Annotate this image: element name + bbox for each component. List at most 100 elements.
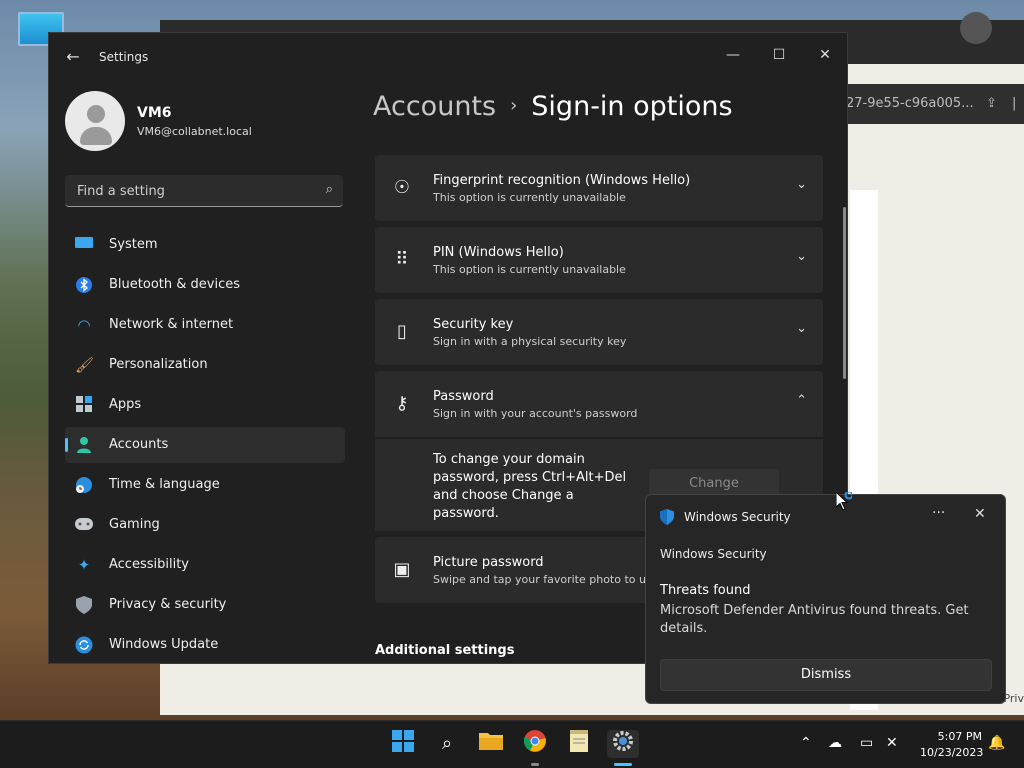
search-icon[interactable]: ⌕	[433, 730, 461, 758]
profile-email: VM6@collabnet.local	[137, 125, 252, 138]
title-bar: ← Settings — ☐ ✕	[49, 33, 847, 81]
toast-heading: Threats found	[660, 583, 751, 598]
wifi-icon: ◠	[77, 316, 91, 334]
sidebar-item-accounts[interactable]: Accounts	[65, 427, 345, 463]
sidebar-item-system[interactable]: System	[65, 227, 345, 263]
show-hidden-icons-chevron[interactable]: ⌃	[800, 735, 812, 751]
back-arrow-icon[interactable]: ←	[63, 47, 83, 67]
maximize-button[interactable]: ☐	[761, 41, 797, 69]
toast-subtitle: Windows Security	[660, 547, 767, 561]
globe-clock-icon	[75, 476, 93, 494]
search-icon[interactable]: ⌕	[326, 182, 333, 197]
sidebar-item-label: Accounts	[109, 437, 169, 452]
option-fingerprint[interactable]: ☉ Fingerprint recognition (Windows Hello…	[375, 155, 823, 221]
sidebar-item-label: Privacy & security	[109, 597, 227, 612]
breadcrumb: Accounts › Sign-in options	[373, 91, 733, 122]
browser-profile-icon[interactable]	[960, 12, 992, 44]
profile-name: VM6	[137, 105, 172, 121]
key-icon: ⚷	[395, 393, 409, 414]
minimize-button[interactable]: —	[715, 41, 751, 69]
shield-icon	[75, 596, 93, 614]
dismiss-button[interactable]: Dismiss	[660, 659, 992, 691]
sidebar-nav: System Bluetooth & devices ◠ Network & i…	[65, 227, 345, 663]
avatar-head	[87, 105, 105, 123]
toast-body: Microsoft Defender Antivirus found threa…	[660, 603, 969, 636]
clock-time: 5:07 PM	[937, 730, 982, 743]
password-change-instructions: To change your domain password, press Ct…	[433, 452, 627, 521]
windows-logo-icon	[392, 730, 414, 752]
notification-bell-icon[interactable]: 🔔	[988, 735, 1005, 751]
network-icon[interactable]: ▭	[860, 735, 873, 751]
chevron-up-icon[interactable]: ⌃	[796, 393, 807, 408]
toast-close-icon[interactable]: ✕	[974, 506, 986, 522]
share-icon[interactable]: ⇪	[986, 96, 997, 111]
bluetooth-icon	[75, 276, 93, 294]
more-options-icon[interactable]: ···	[932, 505, 945, 521]
search-input[interactable]	[75, 181, 309, 201]
update-icon	[75, 636, 93, 654]
sidebar-item-bluetooth[interactable]: Bluetooth & devices	[65, 267, 345, 303]
sidebar-item-label: System	[109, 237, 158, 252]
option-subtitle: Swipe and tap your favorite photo to u	[433, 573, 646, 586]
sidebar-item-label: Personalization	[109, 357, 208, 372]
picture-icon: ▣	[393, 559, 411, 580]
chevron-down-icon[interactable]: ⌄	[796, 321, 807, 336]
sidebar-item-network[interactable]: ◠ Network & internet	[65, 307, 345, 343]
windows-security-toast[interactable]: Windows Security ··· ✕ Windows Security …	[645, 494, 1006, 704]
fingerprint-icon: ☉	[393, 177, 411, 198]
app-title: Settings	[99, 50, 149, 64]
sidebar-item-personalization[interactable]: 🖌 Personalization	[65, 347, 345, 383]
sidebar-item-label: Time & language	[109, 477, 220, 492]
windows-security-shield-icon	[660, 509, 674, 525]
onedrive-icon[interactable]: ☁	[828, 735, 842, 751]
avatar[interactable]	[65, 91, 125, 151]
url-fragment: 27-9e55-c96a005...	[846, 96, 974, 111]
sidebar-item-label: Bluetooth & devices	[109, 277, 240, 292]
sidebar-item-label: Gaming	[109, 517, 160, 532]
additional-settings-heading: Additional settings	[375, 643, 515, 658]
avatar-body	[80, 127, 112, 145]
option-password[interactable]: ⚷ Password Sign in with your account's p…	[375, 371, 823, 437]
browser-menu-icon[interactable]: |	[1012, 96, 1016, 111]
sidebar-item-windows-update[interactable]: Windows Update	[65, 627, 345, 663]
sidebar-item-label: Apps	[109, 397, 142, 412]
toast-app-name: Windows Security	[684, 510, 791, 524]
monitor-icon	[75, 236, 93, 254]
chrome-icon[interactable]	[521, 730, 549, 758]
paintbrush-icon: 🖌	[75, 356, 95, 374]
sidebar-item-gaming[interactable]: Gaming	[65, 507, 345, 543]
usb-key-icon: ▯	[397, 321, 407, 342]
option-pin[interactable]: ⠿ PIN (Windows Hello) This option is cur…	[375, 227, 823, 293]
sidebar-item-accessibility[interactable]: ✦ Accessibility	[65, 547, 345, 583]
option-title: Security key	[433, 317, 514, 332]
clock[interactable]: 5:07 PM 10/23/2023	[920, 729, 983, 761]
option-title: Fingerprint recognition (Windows Hello)	[433, 173, 691, 188]
option-security-key[interactable]: ▯ Security key Sign in with a physical s…	[375, 299, 823, 365]
chevron-down-icon[interactable]: ⌄	[796, 177, 807, 192]
search-box[interactable]: ⌕	[65, 175, 343, 207]
chevron-down-icon[interactable]: ⌄	[796, 249, 807, 264]
mouse-cursor-icon	[836, 492, 852, 511]
sidebar-item-label: Network & internet	[109, 317, 234, 332]
sidebar-item-label: Windows Update	[109, 637, 219, 652]
notepad-icon[interactable]	[565, 730, 593, 758]
browser-address-bar[interactable]: 27-9e55-c96a005... ⇪ |	[846, 84, 1024, 124]
apps-icon	[75, 396, 93, 414]
page-title: Sign-in options	[531, 91, 733, 122]
option-subtitle: Sign in with your account's password	[433, 407, 638, 420]
close-button[interactable]: ✕	[807, 41, 843, 69]
option-title: PIN (Windows Hello)	[433, 245, 564, 260]
volume-muted-icon[interactable]: ✕	[886, 735, 898, 751]
sidebar-item-apps[interactable]: Apps	[65, 387, 345, 423]
file-explorer-icon[interactable]	[477, 730, 505, 758]
sidebar-item-time-language[interactable]: Time & language	[65, 467, 345, 503]
settings-taskbar-icon[interactable]	[607, 730, 639, 758]
breadcrumb-parent[interactable]: Accounts	[373, 91, 496, 122]
gamepad-icon	[75, 516, 93, 534]
option-title: Password	[433, 389, 494, 404]
sidebar-item-label: Accessibility	[109, 557, 189, 572]
scrollbar-thumb[interactable]	[843, 207, 846, 379]
start-button[interactable]	[389, 730, 417, 758]
sidebar-item-privacy-security[interactable]: Privacy & security	[65, 587, 345, 623]
option-title: Picture password	[433, 555, 544, 570]
